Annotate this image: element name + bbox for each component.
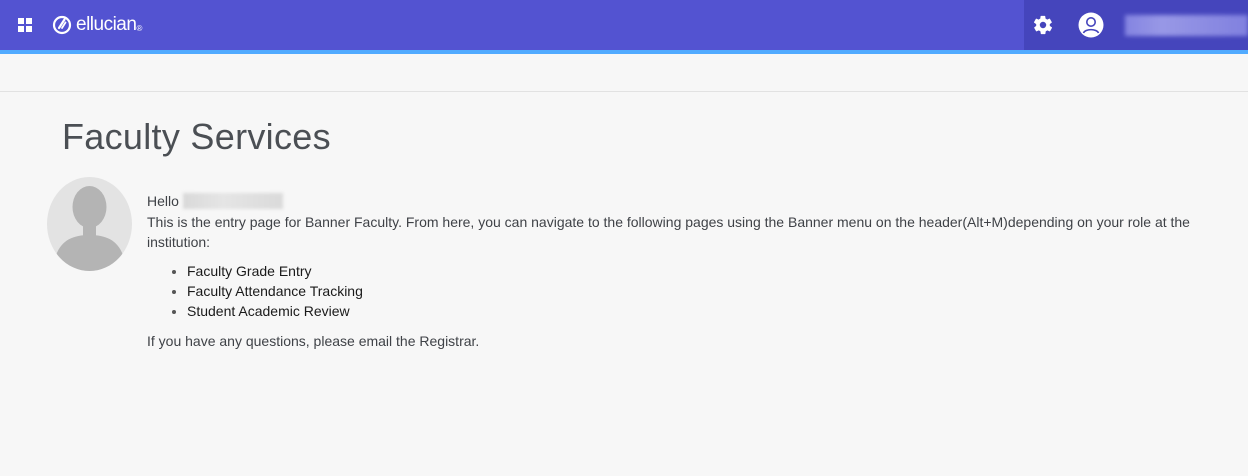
intro-text: This is the entry page for Banner Facult… <box>147 214 1190 250</box>
greeting-text: Hello <box>147 193 179 209</box>
page-title: Faculty Services <box>62 116 331 157</box>
available-pages-list: Faculty Grade Entry Faculty Attendance T… <box>147 261 1207 321</box>
closing-text: If you have any questions, please email … <box>147 333 480 349</box>
ellucian-logo-icon <box>52 15 72 35</box>
top-navigation-bar: ellucian ® <box>0 0 1248 50</box>
breadcrumb-bar <box>0 54 1248 92</box>
gear-icon[interactable] <box>1032 14 1054 36</box>
greeting-line: Hello <box>147 192 1207 210</box>
user-name-redacted[interactable] <box>1125 15 1248 36</box>
user-name-redacted <box>182 193 283 209</box>
ellucian-logo[interactable]: ellucian ® <box>52 13 142 37</box>
apps-grid-icon[interactable] <box>18 18 32 32</box>
list-item: Student Academic Review <box>187 301 1207 321</box>
avatar <box>47 177 132 271</box>
brand-name: ellucian <box>76 14 137 35</box>
user-icon[interactable] <box>1078 12 1104 38</box>
default-user-silhouette-icon <box>53 186 126 271</box>
brand-trademark: ® <box>136 24 143 33</box>
list-item: Faculty Grade Entry <box>187 261 1207 281</box>
welcome-content: Hello This is the entry page for Banner … <box>147 192 1207 351</box>
list-item: Faculty Attendance Tracking <box>187 281 1207 301</box>
